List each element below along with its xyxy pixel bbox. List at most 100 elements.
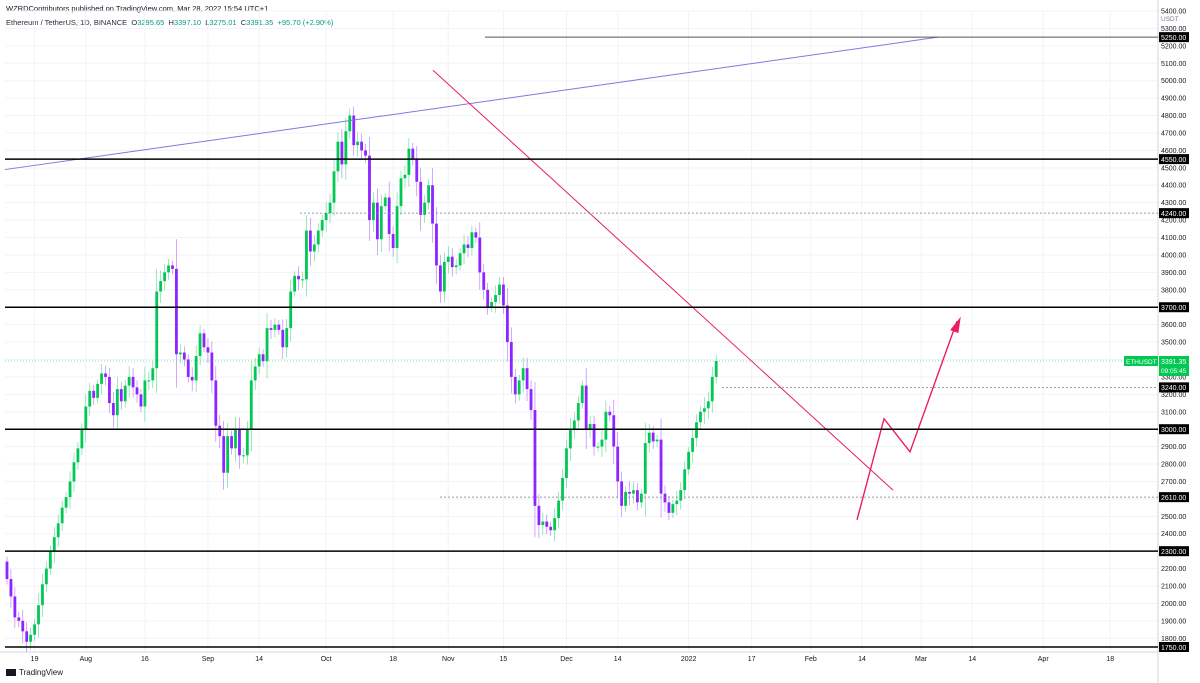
x-tick-label: 18 (1106, 656, 1114, 663)
candle-body (671, 504, 675, 513)
projection-arrowhead (950, 316, 961, 334)
symbol-badge-label: ETHUSDT (1126, 359, 1157, 366)
candle-body (33, 624, 36, 635)
candle-body (537, 505, 541, 526)
x-tick-label: 18 (389, 656, 397, 663)
y-tick-label: 4200.00 (1161, 218, 1186, 225)
candle-body (324, 213, 328, 221)
candle-body (92, 390, 96, 398)
candle-body (242, 455, 245, 457)
x-tick-label: 14 (255, 656, 263, 663)
candle-body (620, 481, 624, 506)
candle-body (115, 389, 119, 416)
y-tick-label: 4800.00 (1161, 113, 1186, 120)
countdown-label: 09:05:45 (1161, 368, 1187, 375)
candle-body (336, 141, 340, 172)
candle-body (108, 376, 111, 404)
candle-body (285, 328, 289, 348)
y-tick-label: 2200.00 (1161, 566, 1186, 573)
candle-body (647, 432, 651, 444)
candle-body (407, 148, 411, 175)
candle-body (131, 376, 135, 388)
candle-body (21, 620, 25, 632)
x-tick-label: Mar (915, 656, 928, 663)
candle-body (96, 383, 100, 398)
candle-body (529, 389, 533, 411)
candle-body (230, 436, 233, 449)
candle-body (478, 237, 482, 273)
candle-body (600, 439, 604, 447)
candle-body (45, 568, 48, 585)
candle-body (521, 368, 525, 381)
projection-path (856, 320, 958, 520)
candle-body (565, 448, 568, 478)
candle-body (458, 253, 462, 266)
x-tick-label: 15 (500, 656, 508, 663)
candle-body (517, 380, 521, 395)
candle-body (293, 275, 297, 292)
candle-body (439, 265, 442, 292)
level-badge-label: 3000.00 (1161, 427, 1186, 434)
candle-body (206, 347, 210, 353)
y-tick-label: 3200.00 (1161, 392, 1186, 399)
candle-body (505, 305, 509, 343)
candle-body (553, 518, 557, 531)
candle-body (171, 265, 174, 269)
y-tick-label: 4100.00 (1161, 235, 1186, 242)
candle-body (462, 244, 466, 254)
y-tick-label: 4700.00 (1161, 130, 1186, 137)
candle-body (167, 265, 170, 273)
candle-body (702, 408, 706, 412)
candle-body (68, 481, 72, 498)
candle-body (667, 502, 671, 513)
level-badge-label: 1750.00 (1161, 645, 1186, 652)
candle-body (415, 159, 419, 182)
y-tick-label: 3600.00 (1161, 322, 1186, 329)
price-chart[interactable]: 1800.00 1900.00 2000.00 2100.00 2200.00 2300.… (0, 0, 1200, 683)
candle-body (72, 462, 76, 482)
candle-body (257, 354, 261, 367)
x-tick-label: Feb (805, 656, 817, 663)
level-badge-label: 3700.00 (1161, 305, 1186, 312)
y-tick-label: 4600.00 (1161, 148, 1186, 155)
candle-body (328, 202, 332, 214)
candle-body (572, 420, 576, 430)
candle-body (186, 359, 190, 377)
candle-body (194, 356, 198, 381)
candle-body (442, 261, 446, 292)
level-badge-label: 3240.00 (1161, 385, 1186, 392)
y-tick-label: 5200.00 (1161, 43, 1186, 50)
candle-body (301, 279, 304, 281)
candle-body (592, 423, 596, 447)
candle-body (494, 295, 497, 302)
candle-body (695, 422, 698, 438)
y-tick-label: 4900.00 (1161, 96, 1186, 103)
candle-body (60, 507, 64, 524)
candle-body (454, 265, 458, 268)
x-tick-label: 19 (31, 656, 39, 663)
candle-body (435, 223, 438, 266)
candle-body (119, 389, 123, 402)
candle-body (588, 423, 592, 430)
y-tick-label: 1900.00 (1161, 618, 1186, 625)
candle-body (628, 491, 631, 494)
candle-body (427, 185, 430, 203)
candle-body (486, 289, 490, 308)
candle-body (234, 429, 237, 449)
candle-body (163, 272, 166, 282)
y-tick-label: 2900.00 (1161, 444, 1186, 451)
candle-body (710, 376, 714, 402)
currency-label: USDT (1161, 16, 1179, 23)
y-tick-label: 5000.00 (1161, 78, 1186, 85)
last-price-value: 3391.35 (1161, 359, 1186, 366)
candle-body (655, 439, 659, 442)
y-tick-label: 2000.00 (1161, 601, 1186, 608)
level-badge-label: 4550.00 (1161, 157, 1186, 164)
candle-body (659, 439, 663, 494)
candle-body (403, 174, 407, 179)
tradingview-logo: TradingView (6, 668, 63, 677)
candle-body (9, 579, 13, 597)
candle-body (387, 197, 391, 235)
x-tick-label: 14 (968, 656, 976, 663)
y-tick-label: 4000.00 (1161, 252, 1186, 259)
